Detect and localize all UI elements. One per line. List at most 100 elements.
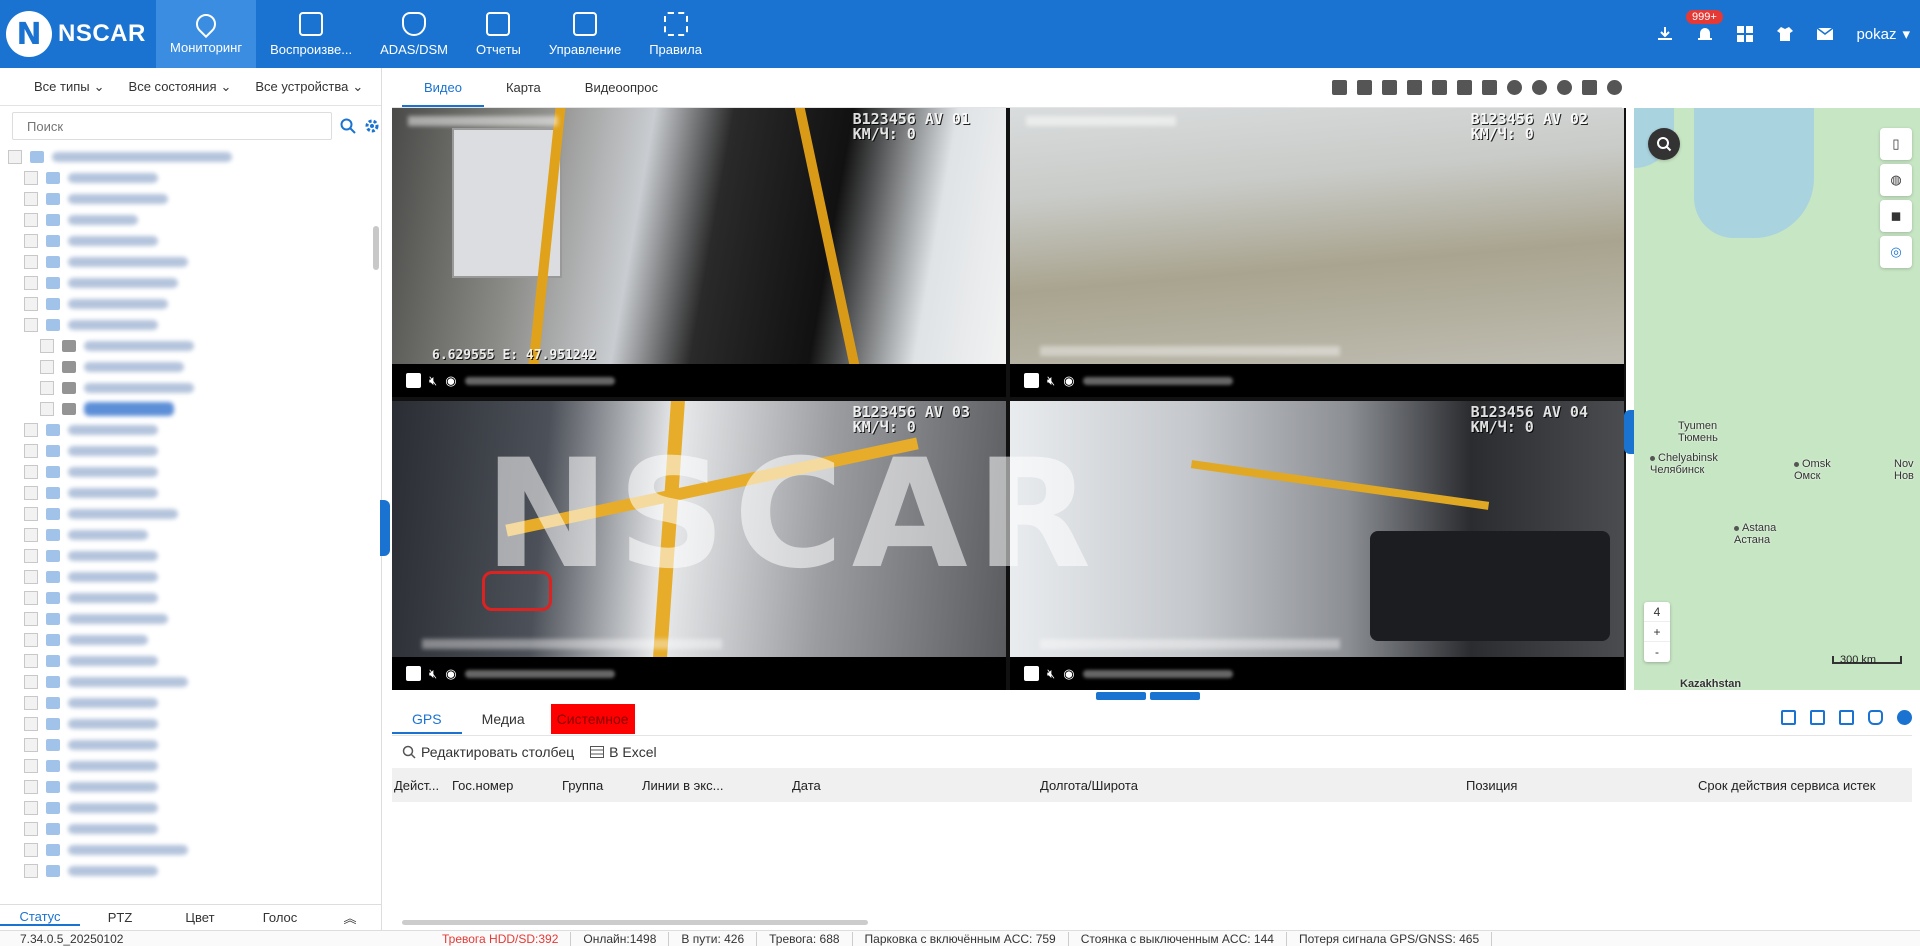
- search-icon[interactable]: [340, 118, 356, 134]
- collapse-up-icon[interactable]: ︽: [320, 908, 380, 927]
- play-all-icon[interactable]: [1532, 80, 1547, 95]
- download-icon[interactable]: [1656, 25, 1674, 43]
- column-header[interactable]: Гос.номер: [450, 778, 560, 793]
- map-search-icon[interactable]: [1648, 128, 1680, 160]
- tree-node[interactable]: [0, 398, 372, 419]
- tree-node[interactable]: [0, 293, 372, 314]
- tree-checkbox[interactable]: [24, 821, 38, 836]
- tree-node[interactable]: [0, 272, 372, 293]
- tab-video[interactable]: Видео: [402, 69, 484, 107]
- layout-9-icon[interactable]: [1432, 80, 1447, 95]
- tree-node[interactable]: [0, 461, 372, 482]
- filter-type[interactable]: Все типы ⌄: [34, 79, 105, 95]
- tree-node[interactable]: [0, 566, 372, 587]
- tree-checkbox[interactable]: [24, 506, 38, 521]
- download-circle-icon[interactable]: [1897, 710, 1912, 725]
- tree-node[interactable]: [0, 356, 372, 377]
- mail-icon[interactable]: [1816, 25, 1834, 43]
- tree-checkbox[interactable]: [40, 380, 54, 395]
- camera-snapshot-icon[interactable]: ◉: [445, 666, 456, 682]
- column-header[interactable]: Линии в экс...: [640, 778, 790, 793]
- tree-checkbox[interactable]: [24, 569, 38, 584]
- tree-checkbox[interactable]: [24, 317, 38, 332]
- camera-snapshot-icon[interactable]: ◉: [1063, 666, 1074, 682]
- layout-6-icon[interactable]: [1382, 80, 1397, 95]
- tree-checkbox[interactable]: [24, 737, 38, 752]
- video-channel-1[interactable]: B123456 AV 01 КМ/Ч: 0 6.629555 E: 47.9512…: [392, 108, 1006, 397]
- nav-rules[interactable]: Правила: [635, 0, 716, 68]
- tree-checkbox[interactable]: [24, 842, 38, 857]
- mute-icon[interactable]: 🔇︎: [1047, 666, 1055, 682]
- select-checkbox[interactable]: [1024, 373, 1039, 388]
- user-menu[interactable]: pokaz ▾: [1856, 25, 1910, 44]
- tree-node[interactable]: [0, 209, 372, 230]
- tree-checkbox[interactable]: [24, 296, 38, 311]
- layout-1-icon[interactable]: [1332, 80, 1347, 95]
- column-header[interactable]: Срок действия сервиса истек: [1696, 778, 1896, 793]
- tab-ptz[interactable]: PTZ: [80, 910, 160, 925]
- snapshot-all-icon[interactable]: [1482, 80, 1497, 95]
- video-channel-2[interactable]: B123456 AV 02 КМ/Ч: 0 🔇︎ ◉: [1010, 108, 1624, 397]
- layout-8-icon[interactable]: [1407, 80, 1422, 95]
- tab-color[interactable]: Цвет: [160, 910, 240, 925]
- zoom-in-button[interactable]: +: [1644, 622, 1670, 642]
- tree-checkbox[interactable]: [24, 170, 38, 185]
- tree-checkbox[interactable]: [24, 716, 38, 731]
- nav-adas-dsm[interactable]: ADAS/DSM: [366, 0, 462, 68]
- tab-media[interactable]: Медиа: [462, 704, 545, 734]
- locate-icon[interactable]: ◎: [1880, 236, 1912, 268]
- tree-node[interactable]: [0, 230, 372, 251]
- tree-checkbox[interactable]: [24, 695, 38, 710]
- tree-checkbox[interactable]: [24, 779, 38, 794]
- tree-checkbox[interactable]: [24, 632, 38, 647]
- tree-checkbox[interactable]: [24, 212, 38, 227]
- tree-node[interactable]: [0, 482, 372, 503]
- 3d-cube-icon[interactable]: ◼: [1880, 200, 1912, 232]
- video-settings-icon[interactable]: [1607, 80, 1622, 95]
- nav-reports[interactable]: Отчеты: [462, 0, 535, 68]
- camera-snapshot-icon[interactable]: ◉: [445, 373, 456, 389]
- tree-checkbox[interactable]: [40, 401, 54, 416]
- export-excel-button[interactable]: В Excel: [590, 744, 657, 760]
- tree-node[interactable]: [0, 377, 372, 398]
- zoom-out-button[interactable]: -: [1644, 642, 1670, 662]
- column-header[interactable]: Позиция: [1464, 778, 1696, 793]
- camera-snapshot-icon[interactable]: ◉: [1063, 373, 1074, 389]
- logo[interactable]: N NSCAR: [6, 8, 146, 60]
- filter-device[interactable]: Все устройства ⌄: [255, 79, 363, 95]
- tree-checkbox[interactable]: [40, 338, 54, 353]
- tree-node[interactable]: [0, 755, 372, 776]
- tree-node[interactable]: [0, 713, 372, 734]
- tree-node[interactable]: [0, 440, 372, 461]
- table-hscrollbar[interactable]: [402, 920, 868, 925]
- column-header[interactable]: Дата: [790, 778, 1038, 793]
- expand-down-icon[interactable]: [1150, 692, 1200, 700]
- mute-icon[interactable]: 🔇︎: [1047, 373, 1055, 389]
- tab-status[interactable]: Статус: [0, 909, 80, 926]
- tree-search-input[interactable]: [12, 112, 332, 140]
- tree-checkbox[interactable]: [24, 758, 38, 773]
- gear-icon[interactable]: [364, 118, 380, 134]
- tree-node[interactable]: [0, 314, 372, 335]
- tree-node[interactable]: [0, 818, 372, 839]
- tree-checkbox[interactable]: [24, 485, 38, 500]
- filter-status[interactable]: Все состояния ⌄: [129, 79, 232, 95]
- tab-voice[interactable]: Голос: [240, 910, 320, 925]
- list-icon[interactable]: [1810, 710, 1825, 725]
- record-icon[interactable]: [1507, 80, 1522, 95]
- tree-node[interactable]: [0, 734, 372, 755]
- video-channel-4[interactable]: B123456 AV 04 КМ/Ч: 0 🔇︎ ◉: [1010, 401, 1624, 690]
- tree-node[interactable]: [0, 545, 372, 566]
- expand-up-icon[interactable]: [1096, 692, 1146, 700]
- tree-checkbox[interactable]: [24, 548, 38, 563]
- mini-map[interactable]: ▯ ◍ ◼ ◎ Tyumen Тюмень Chelyabinsk Челябинс…: [1634, 108, 1920, 690]
- tab-system[interactable]: Системное: [550, 703, 635, 734]
- tree-node[interactable]: [0, 860, 372, 881]
- tree-checkbox[interactable]: [24, 653, 38, 668]
- tree-checkbox[interactable]: [24, 800, 38, 815]
- alarm-bell-icon[interactable]: [1696, 25, 1714, 43]
- tree-scrollbar[interactable]: [373, 226, 379, 270]
- tree-checkbox[interactable]: [24, 191, 38, 206]
- tree-checkbox[interactable]: [24, 527, 38, 542]
- home-icon[interactable]: [1868, 710, 1883, 725]
